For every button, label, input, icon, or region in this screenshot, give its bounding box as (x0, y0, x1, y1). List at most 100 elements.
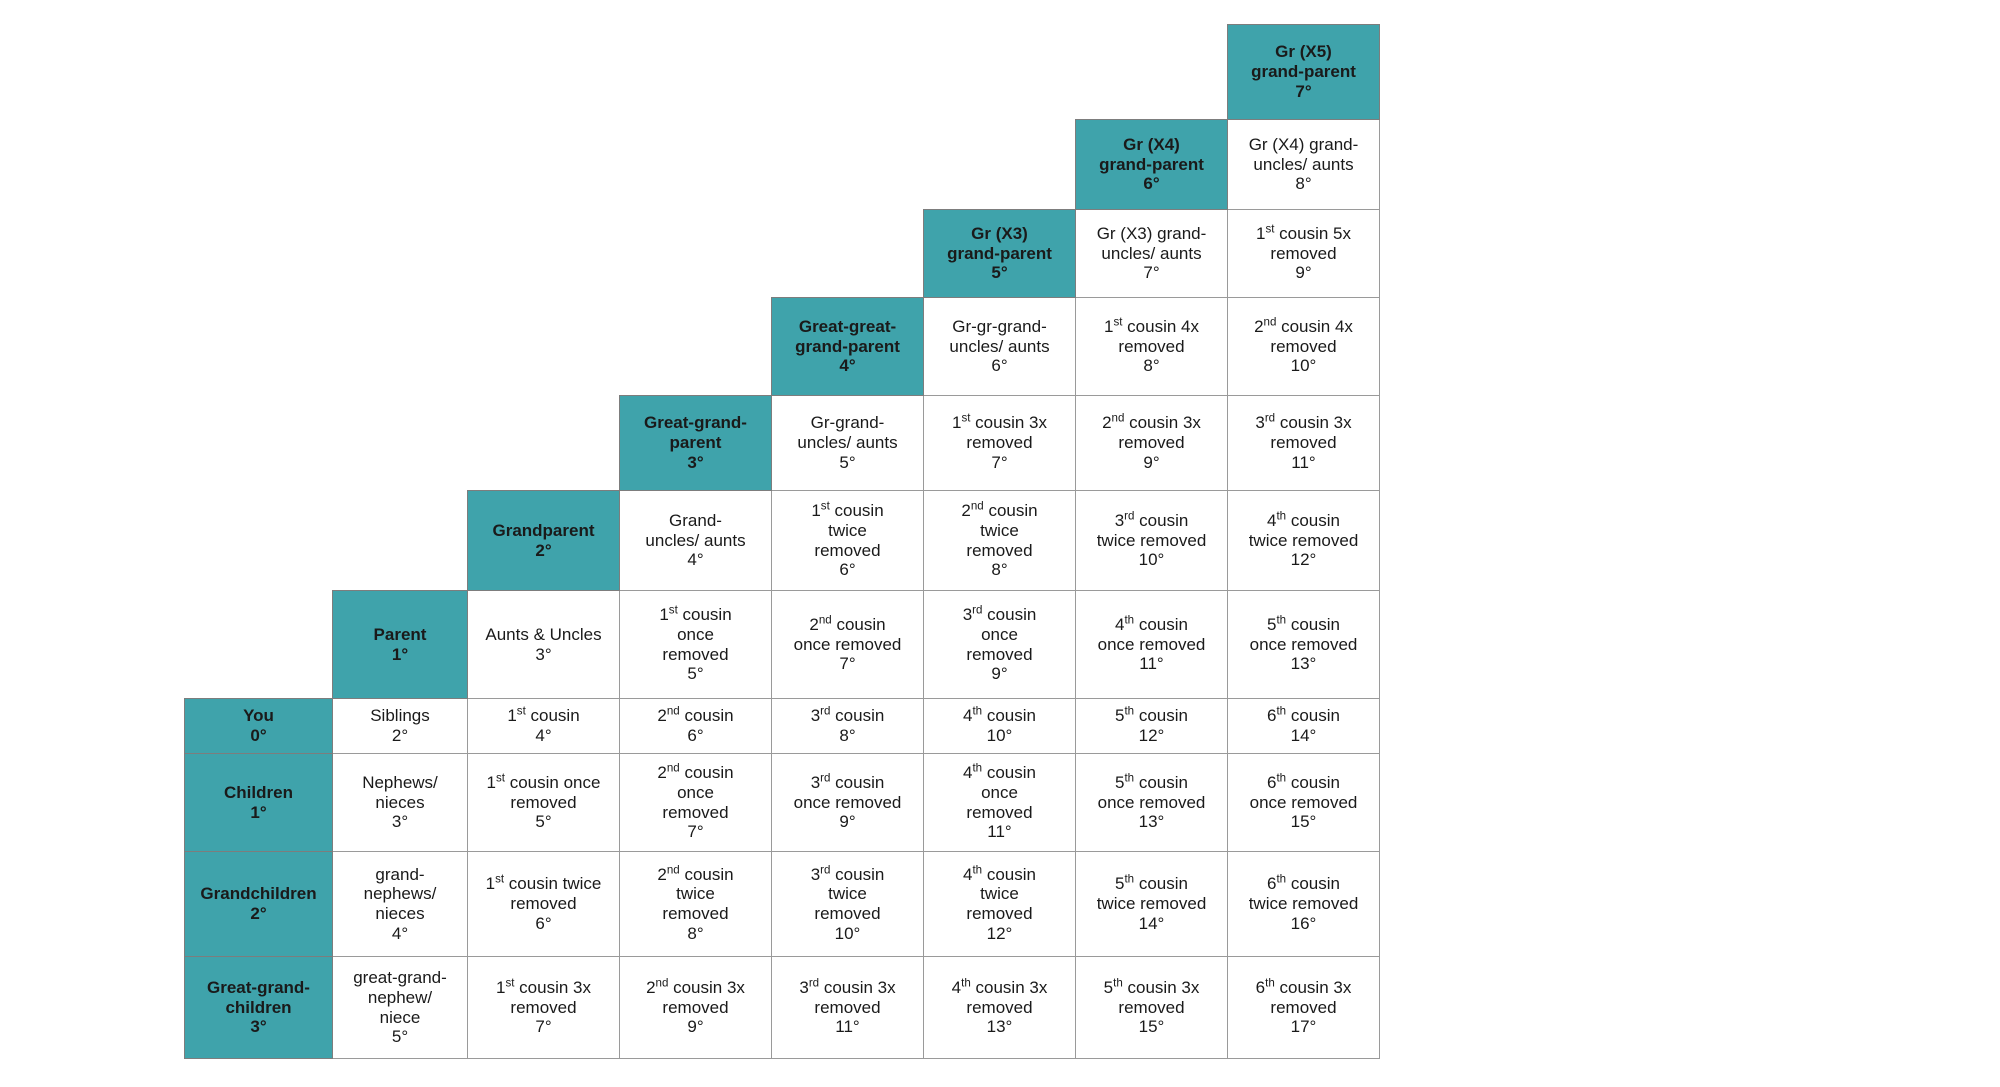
relationship-cell[interactable]: 2nd cousin once removed 7° (619, 753, 772, 852)
relationship-cell[interactable]: 6th cousin 3x removed 17° (1227, 956, 1380, 1059)
relationship-cell[interactable]: 3rd cousin 3x removed 11° (771, 956, 924, 1059)
cell-line: 2nd cousin (809, 614, 886, 634)
cell-line: 3rd cousin 3x (799, 977, 896, 997)
cell-line: 4th cousin (963, 863, 1036, 884)
direct-line-cell[interactable]: Gr (X5) grand-parent 7° (1227, 24, 1380, 120)
relationship-cell[interactable]: 1st cousin 3x removed 7° (467, 956, 620, 1059)
relationship-cell[interactable]: 3rd cousin once removed 9° (771, 753, 924, 852)
relationship-cell[interactable]: 4th cousin 3x removed 13° (923, 956, 1076, 1059)
cell-line: 11° (987, 822, 1012, 842)
direct-line-cell[interactable]: Grandchildren 2° (184, 851, 333, 957)
cell-line: 3rd cousin (962, 604, 1037, 625)
relationship-cell[interactable]: 1st cousin 4° (467, 698, 620, 754)
direct-line-cell[interactable]: Parent 1° (332, 590, 468, 699)
cell-line: 1st cousin twice (485, 873, 602, 894)
relationship-cell[interactable]: 4th cousin 10° (923, 698, 1076, 754)
relationship-cell[interactable]: great-grand-nephew/niece 5° (332, 956, 468, 1059)
relationship-cell[interactable]: Siblings 2° (332, 698, 468, 754)
direct-line-cell[interactable]: Gr (X3) grand-parent 5° (923, 209, 1076, 298)
relationship-cell[interactable]: 4th cousin once removed 11° (1075, 590, 1228, 699)
cell-line: 3rd cousin (810, 863, 885, 884)
direct-line-cell[interactable]: Children 1° (184, 753, 333, 852)
direct-line-cell[interactable]: Great-grand-children 3° (184, 956, 333, 1059)
cell-line: uncles/ aunts (949, 336, 1050, 356)
cell-line: 12° (1290, 550, 1317, 570)
cell-line: Grandparent (492, 520, 595, 540)
direct-line-cell[interactable]: Great-great-grand-parent 4° (771, 297, 924, 396)
direct-line-cell[interactable]: Great-grand-parent 3° (619, 395, 772, 491)
relationship-cell[interactable]: 1st cousin once removed 5° (467, 753, 620, 852)
cell-line: 6° (991, 356, 1008, 376)
relationship-cell[interactable]: Gr (X4) grand-uncles/ aunts 8° (1227, 119, 1380, 210)
relationship-cell[interactable]: 3rd cousin once removed 9° (923, 590, 1076, 699)
relationship-cell[interactable]: 2nd cousin twice removed 8° (619, 851, 772, 957)
spacer-cell (185, 25, 333, 120)
relationship-cell[interactable]: 5th cousin once removed 13° (1227, 590, 1380, 699)
relationship-cell[interactable]: 2nd cousin 3x removed 9° (1075, 395, 1228, 491)
cell-line: 6th cousin 3x (1255, 977, 1352, 997)
relationship-cell[interactable]: 3rd cousin 3x removed 11° (1227, 395, 1380, 491)
relationship-cell[interactable]: Aunts & Uncles 3° (467, 590, 620, 699)
cell-line: removed (1118, 336, 1185, 356)
cell-line: 1st cousin 3x (952, 412, 1047, 433)
direct-line-cell[interactable]: Gr (X4) grand-parent 6° (1075, 119, 1228, 210)
relationship-cell[interactable]: 3rd cousin twice removed 10° (1075, 490, 1228, 591)
cell-line: 9° (687, 1017, 704, 1037)
kinship-row: Parent 1° Aunts & Uncles 3° 1st cousin once re… (185, 590, 1380, 699)
relationship-cell[interactable]: 4th cousin twice removed 12° (923, 851, 1076, 957)
cell-line: 6th cousin (1267, 873, 1340, 894)
cell-line: 2nd cousin (961, 500, 1038, 521)
relationship-cell[interactable]: 1st cousin 3x removed 7° (923, 395, 1076, 491)
kinship-row: Gr (X4) grand-parent 6° Gr (X4) grand-uncle… (185, 119, 1380, 210)
relationship-cell[interactable]: 5th cousin twice removed 14° (1075, 851, 1228, 957)
relationship-cell[interactable]: 3rd cousin twice removed 10° (771, 851, 924, 957)
relationship-cell[interactable]: Gr-gr-grand-uncles/ aunts 6° (923, 297, 1076, 396)
cell-line: 2nd cousin 3x (646, 977, 745, 997)
relationship-cell[interactable]: 2nd cousin twice removed 8° (923, 490, 1076, 591)
relationship-cell[interactable]: 5th cousin 3x removed 15° (1075, 956, 1228, 1059)
spacer-cell (620, 120, 772, 210)
relationship-cell[interactable]: 1st cousin twice removed 6° (771, 490, 924, 591)
cell-line: 5th cousin 3x (1103, 977, 1200, 997)
relationship-cell[interactable]: 5th cousin once removed 13° (1075, 753, 1228, 852)
cell-line: 10° (834, 923, 861, 943)
relationship-cell[interactable]: Gr (X3) grand-uncles/ aunts 7° (1075, 209, 1228, 298)
relationship-cell[interactable]: 1st cousin 5x removed 9° (1227, 209, 1380, 298)
relationship-cell[interactable]: Gr-grand-uncles/ aunts 5° (771, 395, 924, 491)
relationship-cell[interactable]: 2nd cousin once removed 7° (771, 590, 924, 699)
spacer-cell (333, 491, 468, 591)
cell-line: 1st cousin (811, 500, 884, 521)
relationship-cell[interactable]: 5th cousin 12° (1075, 698, 1228, 754)
cell-line: parent (669, 433, 722, 453)
relationship-cell[interactable]: 6th cousin once removed 15° (1227, 753, 1380, 852)
relationship-cell[interactable]: 1st cousin twice removed 6° (467, 851, 620, 957)
spacer-cell (333, 396, 468, 491)
relationship-cell[interactable]: 4th cousin once removed 11° (923, 753, 1076, 852)
relationship-cell[interactable]: Nephews/nieces 3° (332, 753, 468, 852)
spacer-cell (468, 396, 620, 491)
relationship-cell[interactable]: grand-nephews/nieces 4° (332, 851, 468, 957)
spacer-cell (772, 25, 924, 120)
relationship-cell[interactable]: 2nd cousin 6° (619, 698, 772, 754)
relationship-cell[interactable]: 1st cousin once removed 5° (619, 590, 772, 699)
cell-line: removed (662, 644, 729, 664)
cell-line: twice (676, 884, 715, 904)
cell-line: removed (814, 540, 881, 560)
relationship-cell[interactable]: 1st cousin 4x removed 8° (1075, 297, 1228, 396)
relationship-cell[interactable]: 6th cousin 14° (1227, 698, 1380, 754)
cell-line: removed (1118, 997, 1185, 1017)
cell-line: Siblings (370, 706, 430, 726)
direct-line-cell[interactable]: Grandparent 2° (467, 490, 620, 591)
relationship-cell[interactable]: Grand-uncles/ aunts 4° (619, 490, 772, 591)
spacer-cell (468, 120, 620, 210)
relationship-cell[interactable]: 4th cousin twice removed 12° (1227, 490, 1380, 591)
relationship-cell[interactable]: 2nd cousin 4x removed 10° (1227, 297, 1380, 396)
spacer-cell (924, 25, 1076, 120)
spacer-cell (772, 120, 924, 210)
relationship-cell[interactable]: 6th cousin twice removed 16° (1227, 851, 1380, 957)
relationship-cell[interactable]: 3rd cousin 8° (771, 698, 924, 754)
cell-line: Great-grand- (644, 413, 747, 433)
direct-line-cell[interactable]: You 0° (184, 698, 333, 754)
relationship-cell[interactable]: 2nd cousin 3x removed 9° (619, 956, 772, 1059)
cell-line: nieces (375, 792, 425, 812)
